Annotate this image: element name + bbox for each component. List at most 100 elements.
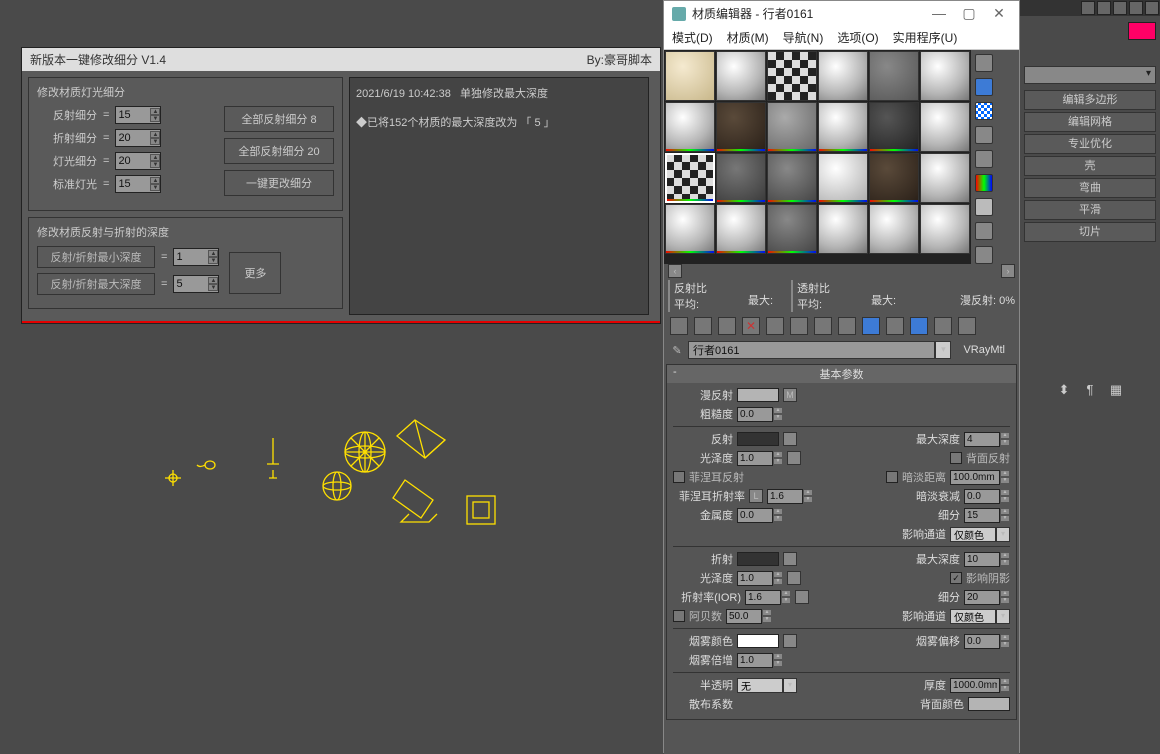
dimdist-spinner[interactable]: ▲▼ [950,470,1010,485]
material-type-button[interactable]: VRayMtl [955,344,1013,356]
sample-slot[interactable] [920,102,970,152]
backface-checkbox[interactable] [950,452,962,464]
reflect-affect-dropdown[interactable]: ▾ [950,527,1010,542]
backlight-icon[interactable] [975,78,993,96]
close-button[interactable]: ✕ [987,6,1011,22]
go-forward-icon[interactable] [934,317,952,335]
sample-slot[interactable] [818,51,868,101]
material-name-dropdown[interactable]: ▾ [935,341,951,359]
menu-options[interactable]: 选项(O) [837,29,878,46]
sample-slot[interactable] [869,102,919,152]
show-map-icon[interactable] [862,317,880,335]
ior-map-button[interactable] [795,590,809,604]
btn-all-reflect-8[interactable]: 全部反射细分 8 [224,106,334,132]
sample-slot[interactable] [869,51,919,101]
eyedropper-icon[interactable]: ✎ [670,344,684,357]
btn-slice[interactable]: 切片 [1024,222,1156,242]
sample-slot[interactable] [818,153,868,203]
fogcolor-map-button[interactable] [783,634,797,648]
sample-slot[interactable] [716,102,766,152]
sample-slot[interactable] [665,51,715,101]
ior-spinner[interactable]: ▲▼ [745,590,791,605]
put-to-lib-icon[interactable] [814,317,832,335]
tab-icon[interactable] [1081,1,1095,15]
btn-more[interactable]: 更多 [229,252,281,294]
put-to-scene-icon[interactable] [694,317,712,335]
refract-swatch[interactable] [737,552,779,566]
reflect-gloss-spinner[interactable]: ▲▼ [737,451,783,466]
refract-sub-spinner[interactable]: ▲▼ [115,129,161,147]
sample-slot[interactable] [920,153,970,203]
sample-slot[interactable] [869,153,919,203]
sample-slot[interactable] [767,153,817,203]
refract-map-button[interactable] [783,552,797,566]
min-depth-spinner[interactable]: ▲▼ [173,248,219,266]
options-icon[interactable] [975,198,993,216]
background-icon[interactable] [975,102,993,120]
dimdist-checkbox[interactable] [886,471,898,483]
minimize-button[interactable]: — [927,6,951,22]
material-name-field[interactable]: ▾ [688,341,951,359]
matwin-titlebar[interactable]: 材质编辑器 - 行者0161 — ▢ ✕ [664,1,1019,26]
fogmult-spinner[interactable]: ▲▼ [737,653,783,668]
sample-slot[interactable] [716,204,766,254]
thickness-spinner[interactable]: ▲▼ [950,678,1010,693]
btn-pro-optimize[interactable]: 专业优化 [1024,134,1156,154]
fresnel-lock-button[interactable]: L [749,489,763,503]
sample-slot[interactable] [818,102,868,152]
sample-slot[interactable] [665,102,715,152]
menu-mode[interactable]: 模式(D) [672,29,713,46]
fresnel-checkbox[interactable] [673,471,685,483]
modifier-color-swatch[interactable] [1128,22,1156,40]
btn-bend[interactable]: 弯曲 [1024,178,1156,198]
reflect-swatch[interactable] [737,432,779,446]
sample-slot[interactable] [818,204,868,254]
gloss-map-button[interactable] [787,451,801,465]
reflect-map-button[interactable] [783,432,797,446]
mat-map-nav-icon[interactable] [975,246,993,264]
reset-icon[interactable]: ✕ [742,317,760,335]
sample-slot[interactable] [767,102,817,152]
btn-edit-poly[interactable]: 编辑多边形 [1024,90,1156,110]
btn-edit-mesh[interactable]: 编辑网格 [1024,112,1156,132]
pin-stack-icon[interactable]: ⬍ [1056,382,1072,398]
tab-icon[interactable] [1113,1,1127,15]
select-by-mat-icon[interactable] [975,222,993,240]
sample-slot[interactable] [767,51,817,101]
diffuse-swatch[interactable] [737,388,779,402]
make-unique-icon[interactable] [790,317,808,335]
max-depth-spinner[interactable]: ▲▼ [173,275,219,293]
translucent-dropdown[interactable]: ▾ [737,678,797,693]
sample-slot[interactable] [716,153,766,203]
tab-icon[interactable] [1129,1,1143,15]
sample-slot[interactable] [920,51,970,101]
maximize-button[interactable]: ▢ [957,6,981,22]
tab-icon[interactable] [1097,1,1111,15]
shadow-checkbox[interactable] [950,572,962,584]
modifier-list-dropdown[interactable] [1024,66,1156,84]
sample-slot-selected[interactable] [665,153,715,203]
sample-slot[interactable] [920,204,970,254]
btn-shell[interactable]: 壳 [1024,156,1156,176]
assign-icon[interactable] [718,317,736,335]
sample-slot[interactable] [665,204,715,254]
sample-slot[interactable] [716,51,766,101]
reflect-maxdepth-spinner[interactable]: ▲▼ [964,432,1010,447]
metal-spinner[interactable]: ▲▼ [737,508,783,523]
sample-slot[interactable] [767,204,817,254]
refract-gloss-spinner[interactable]: ▲▼ [737,571,783,586]
dimfall-spinner[interactable]: ▲▼ [964,489,1010,504]
refract-maxdepth-spinner[interactable]: ▲▼ [964,552,1010,567]
refract-gloss-map-button[interactable] [787,571,801,585]
menu-material[interactable]: 材质(M) [727,29,769,46]
rollout-basic-head[interactable]: -基本参数 [667,365,1016,383]
go-parent-icon[interactable] [910,317,928,335]
btn-all-reflect-20[interactable]: 全部反射细分 20 [224,138,334,164]
uv-tile-icon[interactable] [975,126,993,144]
make-copy-icon[interactable] [766,317,784,335]
fogbias-spinner[interactable]: ▲▼ [964,634,1010,649]
reflect-subdiv-spinner[interactable]: ▲▼ [964,508,1010,523]
roughness-spinner[interactable]: ▲▼ [737,407,783,422]
tab-icon[interactable] [1145,1,1159,15]
light-sub-spinner[interactable]: ▲▼ [115,152,161,170]
